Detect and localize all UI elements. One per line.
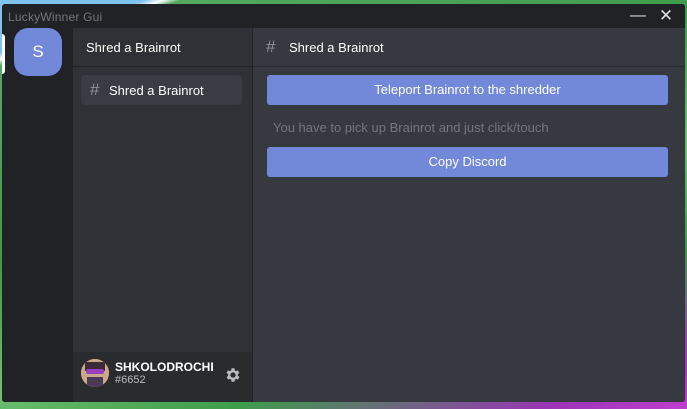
server-icon[interactable]: S bbox=[14, 28, 62, 76]
title-bar[interactable]: LuckyWinner Gui — ✕ bbox=[2, 4, 685, 28]
window-title: LuckyWinner Gui bbox=[8, 10, 103, 24]
teleport-brainrot-button[interactable]: Teleport Brainrot to the shredder bbox=[267, 75, 668, 105]
channel-sidebar: Shred a Brainrot # Shred a Brainrot SHKO… bbox=[73, 28, 252, 402]
username: SHKOLODROCHER bbox=[115, 360, 213, 374]
main-header: # Shred a Brainrot bbox=[253, 28, 685, 67]
user-discriminator: #6652 bbox=[115, 374, 146, 386]
gui-window: LuckyWinner Gui — ✕ S Shred a Brainrot #… bbox=[2, 4, 685, 402]
copy-discord-button[interactable]: Copy Discord bbox=[267, 147, 668, 177]
sidebar-title: Shred a Brainrot bbox=[86, 40, 181, 55]
gear-icon[interactable] bbox=[224, 366, 242, 384]
hash-icon: # bbox=[266, 37, 276, 56]
sidebar-header: Shred a Brainrot bbox=[73, 28, 252, 67]
user-panel: SHKOLODROCHER #6652 bbox=[73, 352, 252, 402]
channel-label: Shred a Brainrot bbox=[109, 83, 204, 98]
avatar bbox=[81, 359, 109, 387]
minimize-button[interactable]: — bbox=[628, 6, 648, 26]
close-button[interactable]: ✕ bbox=[656, 6, 676, 26]
hint-text: You have to pick up Brainrot and just cl… bbox=[273, 120, 549, 135]
channel-item-shred-a-brainrot[interactable]: # Shred a Brainrot bbox=[81, 75, 242, 105]
selected-server-indicator bbox=[2, 34, 5, 74]
page-title: Shred a Brainrot bbox=[289, 40, 384, 55]
hash-icon: # bbox=[90, 80, 100, 99]
main-panel: # Shred a Brainrot Teleport Brainrot to … bbox=[253, 28, 685, 402]
server-rail: S bbox=[2, 28, 72, 402]
